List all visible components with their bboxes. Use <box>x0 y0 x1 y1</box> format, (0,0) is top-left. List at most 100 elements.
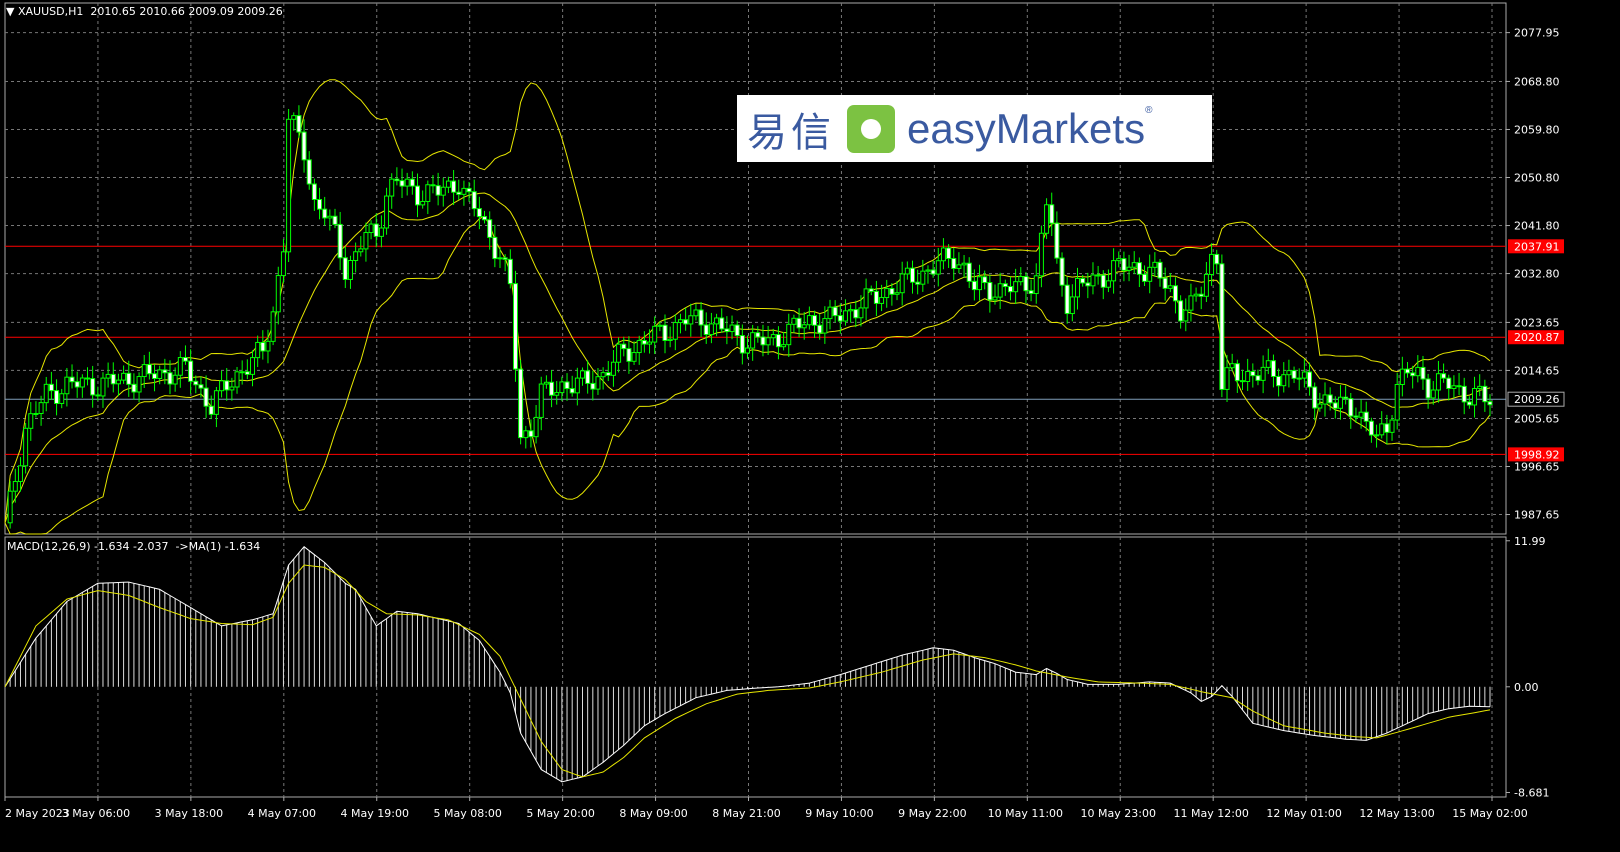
candle-bearish <box>1487 401 1493 406</box>
candle-bearish <box>451 180 457 193</box>
macd-signal-line <box>4 564 1491 778</box>
candle-bullish <box>1286 370 1292 376</box>
candle-bearish <box>502 257 508 260</box>
candle-bullish <box>38 402 44 415</box>
candle-bearish <box>1162 277 1168 289</box>
candle-bearish <box>208 405 214 415</box>
candle-bearish <box>930 269 936 275</box>
candle-bullish <box>1245 371 1251 382</box>
candle-bearish <box>337 223 343 259</box>
candle-bullish <box>580 370 585 379</box>
candle-bullish <box>750 332 756 349</box>
candle-bearish <box>1327 394 1333 404</box>
candle-bullish <box>827 306 833 320</box>
candle-bullish <box>884 288 890 299</box>
candle-bearish <box>430 184 436 187</box>
candle-bullish <box>1477 385 1483 390</box>
candle-bullish <box>1301 371 1307 379</box>
candle-bullish <box>1435 373 1441 391</box>
ohlc-values: 2010.65 2010.66 2009.09 2009.26 <box>90 5 283 18</box>
candle-bullish <box>1281 374 1287 387</box>
candle-bearish <box>755 332 761 338</box>
candle-bearish <box>482 216 488 221</box>
candle-bullish <box>1203 273 1209 297</box>
candle-bullish <box>141 364 147 378</box>
candle-bullish <box>1430 389 1436 399</box>
candle-bullish <box>1224 367 1230 390</box>
candle-bearish <box>1023 276 1029 292</box>
candle-bearish <box>317 198 323 210</box>
time-axis-label: 9 May 10:00 <box>805 807 873 820</box>
time-axis-label: 4 May 19:00 <box>341 807 409 820</box>
candle-bullish <box>105 373 111 379</box>
candle-bullish <box>43 383 49 404</box>
candle-bearish <box>549 381 555 396</box>
candle-bearish <box>1178 300 1184 322</box>
candle-bearish <box>1270 360 1276 377</box>
time-axis-label: 5 May 20:00 <box>526 807 594 820</box>
bollinger-lower-line <box>4 215 1491 535</box>
candle-bullish <box>806 315 812 326</box>
candle-bearish <box>1307 371 1313 388</box>
candle-bearish <box>1028 290 1034 295</box>
candle-bullish <box>347 260 353 280</box>
candle-bearish <box>471 191 477 210</box>
candle-bearish <box>296 115 302 133</box>
candle-bearish <box>621 343 627 350</box>
candle-bullish <box>543 381 549 385</box>
candle-bullish <box>497 257 503 260</box>
candle-bullish <box>1265 360 1271 368</box>
time-axis-label: 11 May 12:00 <box>1173 807 1248 820</box>
candle-bearish <box>1240 380 1245 383</box>
candle-bearish <box>126 372 132 385</box>
easymarkets-logo: 易信 easyMarkets® <box>737 95 1212 162</box>
candle-bearish <box>1482 385 1488 403</box>
candle-bearish <box>1441 373 1447 379</box>
candle-bearish <box>987 282 993 301</box>
price-tick-label: 2041.80 <box>1514 220 1560 233</box>
candle-bearish <box>409 178 415 187</box>
candle-bearish <box>889 288 895 295</box>
price-tick-label: 2068.80 <box>1514 75 1560 88</box>
candle-bearish <box>69 376 75 383</box>
price-tick-label: 2077.95 <box>1514 27 1560 40</box>
candle-bearish <box>1405 368 1410 374</box>
candle-bearish <box>518 368 524 439</box>
candle-bearish <box>626 348 632 362</box>
logo-english-text: easyMarkets® <box>907 104 1153 152</box>
candle-bullish <box>23 427 29 467</box>
time-axis-label: 3 May 18:00 <box>155 807 223 820</box>
candle-bullish <box>1147 266 1153 282</box>
candle-bullish <box>1152 261 1158 268</box>
candle-bullish <box>997 283 1003 298</box>
candle-bearish <box>951 258 957 269</box>
candle-bullish <box>595 376 601 390</box>
time-axis-label: 10 May 11:00 <box>988 807 1063 820</box>
time-axis-label: 12 May 13:00 <box>1359 807 1434 820</box>
candle-bullish <box>1075 278 1080 298</box>
candle-bullish <box>1126 266 1132 271</box>
candle-bullish <box>554 392 560 396</box>
candle-bullish <box>1038 232 1044 277</box>
candle-bullish <box>1131 262 1137 268</box>
candle-bullish <box>1415 366 1421 377</box>
candle-bullish <box>121 372 127 381</box>
candle-bullish <box>64 376 70 395</box>
candle-bullish <box>1229 363 1235 369</box>
candle-bearish <box>1456 385 1462 388</box>
candle-bearish <box>487 219 493 238</box>
candle-bearish <box>492 236 498 260</box>
candle-bullish <box>636 339 642 354</box>
macd-header: MACD(12,26,9) -1.634 -2.037 ->MA(1) -1.6… <box>7 540 261 553</box>
price-tick-label: 1987.65 <box>1514 509 1560 522</box>
candle-bearish <box>476 208 482 218</box>
candle-bearish <box>1368 420 1374 436</box>
candle-bearish <box>1214 253 1220 265</box>
candle-bearish <box>1291 370 1297 379</box>
candle-bullish <box>925 269 931 272</box>
candle-bearish <box>739 335 745 354</box>
candle-bullish <box>574 377 580 394</box>
candle-bearish <box>734 324 740 337</box>
candle-bullish <box>425 184 431 202</box>
candle-bearish <box>971 280 977 291</box>
